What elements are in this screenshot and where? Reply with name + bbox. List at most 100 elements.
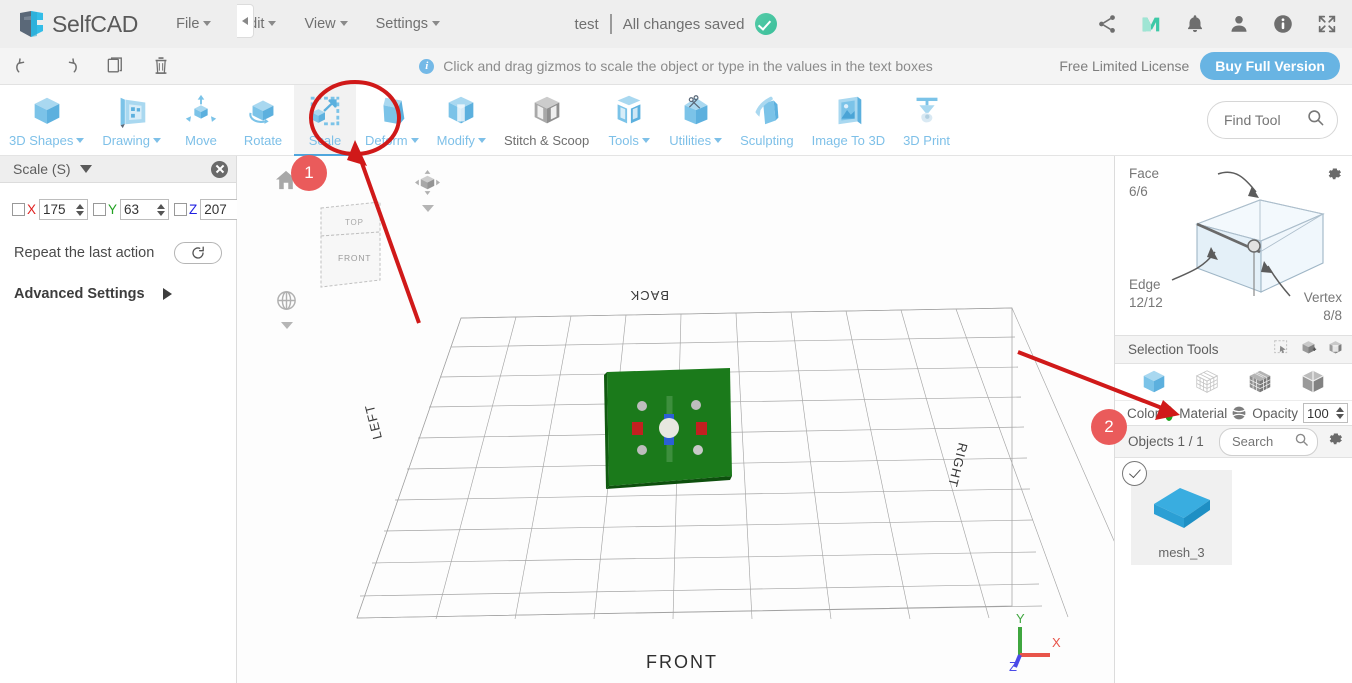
find-tool-input[interactable]: [1224, 112, 1296, 128]
annotation-badge-1: 1: [291, 155, 327, 191]
fullscreen-icon[interactable]: [1316, 13, 1338, 35]
menu-file[interactable]: File: [162, 10, 225, 38]
tool-scale[interactable]: Scale: [294, 85, 357, 156]
menu-view-label: View: [304, 16, 336, 32]
axis-y-numberbox[interactable]: [120, 199, 170, 220]
mesh-face-info: Face 6/6: [1129, 165, 1159, 201]
chevron-down-icon[interactable]: [421, 205, 434, 212]
main-toolbar: 3D Shapes Drawing Move Rotate Scale Defo…: [0, 85, 1352, 156]
selection-tools-label: Selection Tools: [1128, 342, 1219, 357]
tool-label: Image To 3D: [811, 133, 886, 148]
info-circle-icon[interactable]: [1272, 13, 1294, 35]
tool-stitch-and-scoop[interactable]: Stitch & Scoop: [495, 85, 598, 155]
advanced-settings-row[interactable]: Advanced Settings: [0, 264, 236, 302]
menu-edit[interactable]: Edit: [225, 10, 290, 38]
face-mode-icon[interactable]: [1246, 368, 1274, 396]
axis-x-numberbox[interactable]: [39, 199, 89, 220]
move-icon: [182, 91, 220, 131]
appearance-row: Color Material Opacity: [1115, 400, 1352, 426]
object-selected-checkmark[interactable]: [1122, 461, 1147, 486]
tool-tools[interactable]: Tools: [598, 85, 660, 155]
chevron-down-icon[interactable]: [79, 165, 92, 173]
gear-icon[interactable]: [1327, 431, 1344, 453]
tool-drawing[interactable]: Drawing: [93, 85, 170, 155]
tool-rotate[interactable]: Rotate: [232, 85, 294, 155]
tool-move[interactable]: Move: [170, 85, 232, 155]
app-header: SelfCAD File Edit View Settings test All…: [0, 0, 1352, 48]
box-select-add-icon[interactable]: [1300, 339, 1317, 361]
search-icon[interactable]: [1294, 432, 1309, 452]
chevron-down-icon: [76, 138, 85, 143]
3d-viewport[interactable]: BACK LEFT RIGHT FRONT TOP FRONT Y X Z: [237, 156, 1114, 683]
mesh-edge-info: Edge 12/12: [1129, 276, 1163, 312]
redo-icon[interactable]: [46, 48, 92, 84]
3d-print-icon: [908, 91, 946, 131]
axis-group-x: X: [12, 199, 89, 220]
tool-label: Deform: [365, 133, 419, 148]
buy-full-version-button[interactable]: Buy Full Version: [1200, 52, 1340, 80]
share-icon[interactable]: [1096, 13, 1118, 35]
axis-y-checkbox[interactable]: [93, 203, 107, 216]
myminifactory-m-icon[interactable]: [1140, 13, 1162, 35]
viewport-view-cube-button[interactable]: [415, 170, 440, 212]
tool-image-to-3d[interactable]: Image To 3D: [803, 85, 894, 155]
axis-x-checkbox[interactable]: [12, 203, 25, 216]
menu-file-label: File: [176, 16, 200, 32]
chevron-down-icon: [339, 21, 348, 26]
user-icon[interactable]: [1228, 13, 1250, 35]
panel-collapse-button[interactable]: [237, 4, 254, 38]
repeat-label: Repeat the last action: [14, 245, 155, 261]
axis-y-label: Y: [108, 202, 118, 217]
bell-icon[interactable]: [1184, 13, 1206, 35]
selfcad-logo-icon: [18, 10, 45, 39]
sculpting-icon: [748, 91, 786, 131]
vertex-mode-icon[interactable]: [1193, 368, 1221, 396]
delete-icon[interactable]: [138, 48, 184, 84]
mesh-vertex-value: 8/8: [1323, 308, 1342, 324]
selection-tools-icons: [1273, 339, 1344, 361]
tool-3d-shapes[interactable]: 3D Shapes: [0, 85, 93, 155]
selection-modes: [1115, 364, 1352, 400]
axis-x-input[interactable]: [43, 202, 74, 217]
box-select-through-icon[interactable]: [1327, 339, 1344, 361]
axis-y-stepper[interactable]: [154, 203, 168, 216]
menu-view[interactable]: View: [290, 10, 361, 38]
edge-mode-icon[interactable]: [1299, 368, 1327, 396]
mesh-face-label: Face: [1129, 166, 1160, 181]
axis-label-x: X: [1052, 635, 1061, 650]
find-tool-search[interactable]: [1207, 101, 1338, 139]
material-sphere-icon[interactable]: [1231, 405, 1247, 421]
scale-settings-panel: Scale (S) X Y: [0, 156, 250, 683]
close-circle-icon[interactable]: [211, 160, 228, 178]
menu-settings[interactable]: Settings: [362, 10, 454, 38]
rectangle-select-icon[interactable]: [1273, 339, 1290, 361]
mesh-edge-label: Edge: [1129, 277, 1161, 292]
opacity-stepper[interactable]: [1333, 407, 1347, 419]
object-list-item[interactable]: mesh_3: [1122, 461, 1232, 565]
license-label: Free Limited License: [1059, 58, 1190, 74]
object-thumbnail: [1146, 470, 1218, 545]
tool-sculpting[interactable]: Sculpting: [731, 85, 802, 155]
objects-search-input[interactable]: [1232, 434, 1288, 449]
search-icon[interactable]: [1306, 108, 1325, 132]
tool-label: 3D Print: [903, 133, 951, 148]
axis-z-input[interactable]: [204, 202, 235, 217]
objects-search[interactable]: [1219, 427, 1318, 456]
axis-y-input[interactable]: [124, 202, 155, 217]
color-swatch[interactable]: [1165, 405, 1174, 421]
tool-deform[interactable]: Deform: [356, 85, 428, 155]
object-mode-icon[interactable]: [1140, 368, 1168, 396]
opacity-input[interactable]: [1307, 405, 1333, 421]
viewport-orbit-button[interactable]: [275, 289, 298, 329]
tool-utilities[interactable]: Utilities: [660, 85, 731, 155]
axis-x-stepper[interactable]: [73, 203, 87, 216]
advanced-settings-label: Advanced Settings: [14, 286, 145, 302]
repeat-last-action-button[interactable]: [174, 242, 222, 264]
axis-z-checkbox[interactable]: [174, 203, 188, 216]
chevron-down-icon[interactable]: [280, 322, 293, 329]
tool-modify[interactable]: Modify: [428, 85, 495, 155]
opacity-numberbox[interactable]: [1303, 403, 1348, 423]
undo-icon[interactable]: [0, 48, 46, 84]
copy-icon[interactable]: [92, 48, 138, 84]
tool-3d-print[interactable]: 3D Print: [894, 85, 959, 155]
